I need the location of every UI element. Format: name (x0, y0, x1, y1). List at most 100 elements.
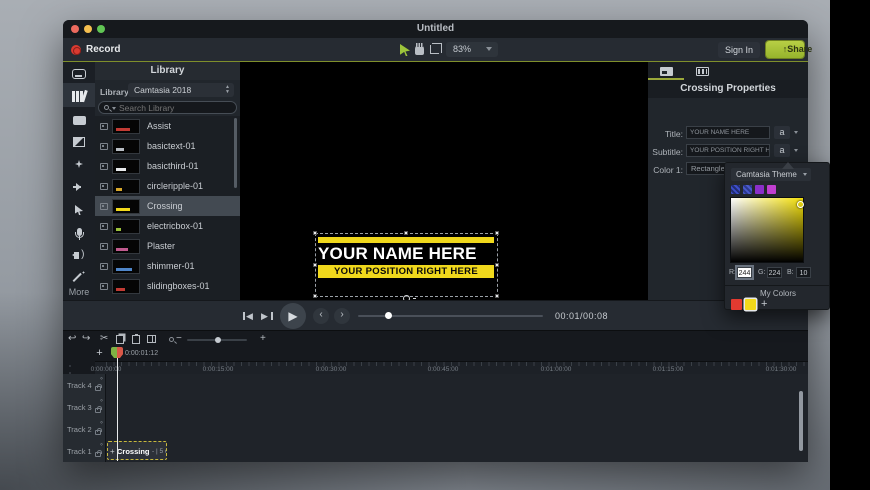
list-item[interactable]: circleripple-01 (95, 176, 240, 196)
sidebar-more-button[interactable]: More (63, 287, 95, 297)
zoom-in-button[interactable]: + (260, 333, 266, 345)
my-color-swatch-yellow-selected[interactable] (745, 299, 756, 310)
undo-button[interactable]: ↩ (68, 333, 76, 345)
track-lane[interactable] (106, 374, 808, 396)
timeline-scrollbar[interactable] (799, 391, 803, 451)
track-resize-icon[interactable]: ‹› (100, 442, 103, 448)
resize-handle[interactable] (495, 231, 499, 235)
track-lane[interactable] (106, 418, 808, 440)
list-item[interactable]: Assist (95, 116, 240, 136)
chevron-down-icon[interactable] (794, 149, 798, 154)
list-item[interactable]: basicthird-01 (95, 156, 240, 176)
playhead-out-handle[interactable] (117, 347, 123, 358)
sidebar-item-transitions[interactable] (63, 132, 95, 152)
cut-button[interactable]: ✂ (100, 333, 108, 345)
share-button[interactable]: ↑ Share (766, 41, 812, 58)
lock-icon[interactable] (95, 428, 102, 435)
chevron-down-icon[interactable] (794, 131, 798, 136)
theme-swatch[interactable] (755, 185, 764, 194)
timeline-zoom-slider[interactable] (187, 337, 247, 343)
title-bar[interactable]: Untitled (63, 20, 808, 38)
canvas-stage[interactable]: YOUR NAME HERE YOUR POSITION RIGHT HERE (240, 62, 648, 302)
sidebar-item-cursor-effects[interactable] (63, 200, 95, 220)
resize-handle[interactable] (495, 294, 499, 298)
canvas-zoom-select[interactable]: 83% (446, 42, 498, 57)
cursor-effects-icon (75, 205, 83, 215)
list-item-selected[interactable]: Crossing (95, 196, 240, 216)
sidebar-item-behaviors[interactable] (63, 154, 95, 174)
edit-cursor-icon[interactable] (400, 44, 410, 56)
title-field[interactable] (686, 126, 770, 139)
add-color-button[interactable]: + (761, 298, 767, 310)
resize-handle[interactable] (404, 231, 408, 235)
lock-icon[interactable] (95, 450, 102, 457)
media-badge-icon (100, 203, 108, 210)
next-clip-button[interactable]: › (334, 308, 350, 324)
timeline-clip-crossing[interactable]: + Crossing - | 5 clips (107, 441, 167, 460)
resize-handle[interactable] (495, 263, 499, 267)
track-resize-icon[interactable]: ‹› (100, 420, 103, 426)
step-forward-button[interactable]: ▶ (261, 310, 275, 322)
sidebar-item-visual-effects[interactable] (63, 267, 95, 287)
play-button[interactable]: ▶ (280, 303, 306, 329)
lock-icon[interactable] (95, 384, 102, 391)
scrubber-thumb[interactable] (385, 312, 392, 319)
timeline-ruler[interactable]: 0:00:00:00 0:00:15:00 0:00:30:00 0:00:45… (91, 361, 808, 374)
pan-hand-icon[interactable] (415, 43, 424, 55)
playhead-line[interactable] (117, 347, 118, 461)
resize-handle[interactable] (313, 263, 317, 267)
resize-handle[interactable] (313, 231, 317, 235)
sidebar-item-annotations[interactable] (63, 110, 95, 130)
record-button[interactable]: Record (86, 44, 120, 55)
zoom-out-button[interactable]: − (176, 333, 182, 345)
media-badge-icon (100, 283, 108, 290)
previous-clip-button[interactable]: ‹ (313, 308, 329, 324)
add-track-button[interactable]: + (93, 347, 106, 359)
theme-swatch[interactable] (767, 185, 776, 194)
track-resize-icon[interactable]: ‹› (100, 376, 103, 382)
sidebar-item-audio-effects[interactable] (63, 245, 95, 265)
resize-handle[interactable] (313, 294, 317, 298)
r-input[interactable]: 244 (737, 267, 752, 278)
asset-thumbnail (112, 219, 140, 234)
g-input[interactable]: 224 (767, 267, 782, 278)
sidebar-item-animations[interactable] (63, 177, 95, 197)
sidebar-item-media[interactable] (63, 64, 95, 84)
list-item[interactable]: Plaster (95, 236, 240, 256)
playhead-in-handle[interactable] (111, 347, 117, 358)
color-picker-ring[interactable] (797, 201, 804, 208)
my-color-swatch-red[interactable] (731, 299, 742, 310)
track-resize-icon[interactable]: ‹› (100, 398, 103, 404)
sidebar-item-library[interactable] (63, 86, 95, 106)
theme-swatch[interactable] (743, 185, 752, 194)
subtitle-field[interactable] (686, 144, 770, 157)
track-lane[interactable]: + Crossing - | 5 clips (106, 440, 808, 462)
library-search[interactable] (98, 101, 237, 114)
playhead-handle[interactable] (111, 347, 124, 358)
asset-thumbnail (112, 179, 140, 194)
search-input[interactable] (119, 102, 229, 113)
expand-group-button[interactable]: + (110, 447, 115, 456)
list-item[interactable]: shimmer-01 (95, 256, 240, 276)
asset-thumbnail (112, 239, 140, 254)
crop-icon[interactable] (430, 43, 442, 54)
step-back-button[interactable]: ◀ (243, 310, 257, 322)
list-item[interactable]: slidingboxes-01 (95, 276, 240, 296)
redo-button[interactable]: ↪ (82, 333, 90, 345)
b-input[interactable]: 10 (796, 267, 811, 278)
color-theme-select[interactable]: Camtasia Theme (731, 168, 811, 181)
lock-icon[interactable] (95, 406, 102, 413)
theme-swatch[interactable] (731, 185, 740, 194)
sidebar-item-voice-narration[interactable] (63, 222, 95, 242)
tab-media[interactable] (684, 62, 720, 80)
zoom-slider-thumb[interactable] (215, 337, 221, 343)
library-select[interactable]: Camtasia 2018 ▲ ▼ (128, 83, 234, 97)
title-font-button[interactable]: a (774, 126, 790, 139)
list-item[interactable]: basictext-01 (95, 136, 240, 156)
saturation-brightness-picker[interactable] (730, 197, 804, 263)
list-item[interactable]: electricbox-01 (95, 216, 240, 236)
title-graphic[interactable]: YOUR NAME HERE YOUR POSITION RIGHT HERE (313, 231, 499, 302)
library-scrollbar[interactable] (234, 118, 237, 188)
sign-in-button[interactable]: Sign In (718, 42, 760, 58)
track-lane[interactable] (106, 396, 808, 418)
